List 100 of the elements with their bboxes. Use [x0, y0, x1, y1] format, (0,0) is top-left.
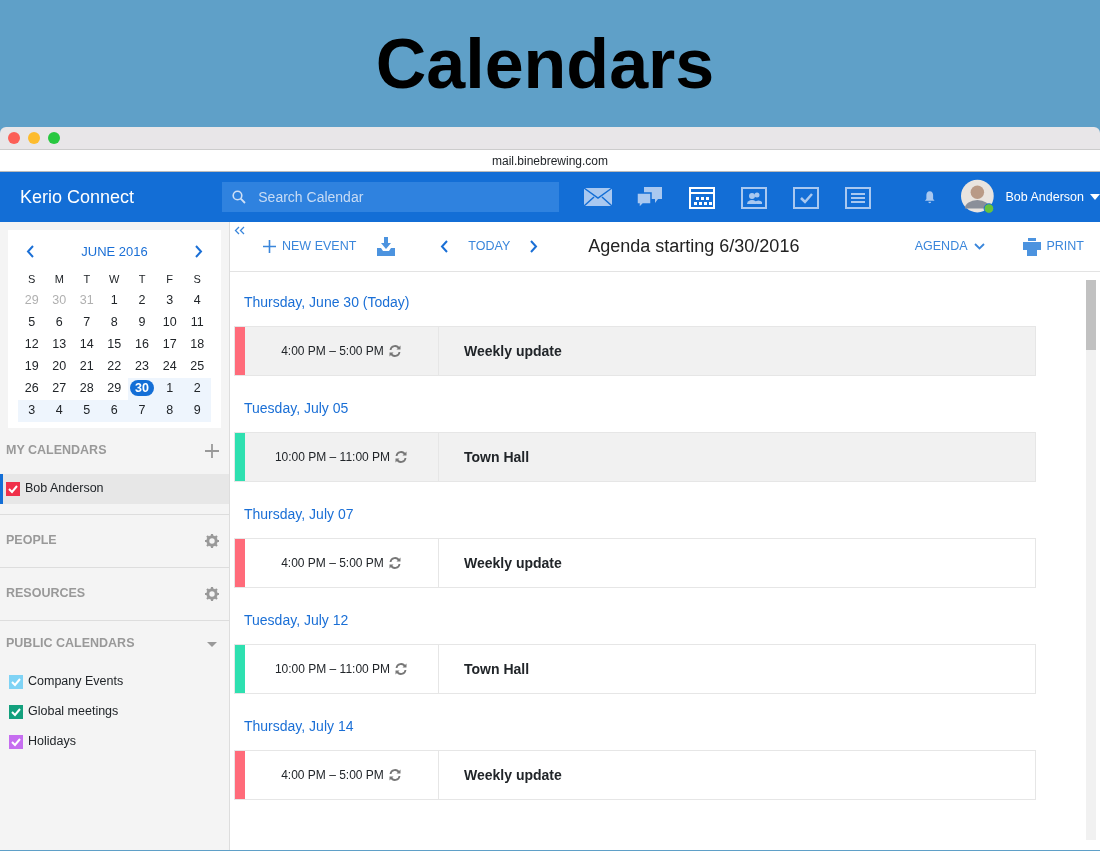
event-row[interactable]: 4:00 PM – 5:00 PM Weekly update — [234, 538, 1036, 588]
chevron-right-icon[interactable] — [530, 240, 539, 253]
scrollbar[interactable] — [1086, 280, 1096, 840]
chevron-left-icon[interactable] — [26, 245, 34, 259]
checkbox[interactable] — [9, 674, 23, 689]
weekday-label: T — [137, 272, 147, 288]
avatar-icon[interactable] — [960, 179, 996, 215]
calendar-day[interactable]: 12 — [18, 333, 46, 356]
event-row[interactable]: 4:00 PM – 5:00 PM Weekly update — [234, 326, 1036, 376]
calendar-icon[interactable] — [687, 184, 718, 210]
calendar-day[interactable]: 27 — [45, 377, 74, 400]
calendar-day[interactable]: 16 — [128, 333, 156, 356]
calendar-day[interactable]: 2 — [183, 377, 211, 400]
checkbox[interactable] — [6, 481, 20, 496]
close-icon[interactable] — [8, 132, 20, 144]
user-menu[interactable]: Bob Anderson — [1005, 187, 1100, 207]
agenda-title: Agenda starting 6/30/2016 — [588, 235, 800, 258]
event-time: 10:00 PM – 11:00 PM — [274, 449, 391, 466]
page-title: Calendars — [375, 23, 715, 105]
section-heading: PEOPLE — [6, 532, 57, 550]
selected-day[interactable]: 30 — [130, 380, 154, 397]
calendar-day[interactable]: 9 — [128, 311, 156, 334]
calendar-day[interactable]: 3 — [155, 289, 184, 312]
calendar-day[interactable]: 15 — [100, 333, 129, 356]
event-time: 4:00 PM – 5:00 PM — [281, 555, 384, 572]
event-time: 4:00 PM – 5:00 PM — [281, 767, 384, 784]
day-heading: Thursday, July 14 — [243, 716, 355, 736]
calendar-day[interactable]: 28 — [73, 377, 101, 400]
section-heading: RESOURCES — [6, 585, 86, 603]
search-field[interactable]: Search Calendar — [222, 182, 560, 212]
calendar-day[interactable]: 13 — [45, 333, 74, 356]
day-heading: Thursday, June 30 (Today) — [243, 292, 411, 312]
calendar-day[interactable]: 23 — [128, 355, 156, 378]
calendar-day[interactable]: 6 — [45, 311, 74, 334]
calendar-day[interactable]: 9 — [183, 399, 211, 422]
view-dropdown[interactable]: AGENDA — [914, 237, 985, 256]
calendar-day[interactable]: 5 — [18, 311, 46, 334]
calendar-day[interactable]: 5 — [73, 399, 101, 422]
day-heading: Thursday, July 07 — [243, 504, 355, 524]
address-text: mail.binebrewing.com — [491, 152, 609, 170]
checkbox-icon[interactable] — [791, 184, 822, 210]
calendar-day[interactable]: 24 — [155, 355, 184, 378]
calendar-day[interactable]: 29 — [100, 377, 129, 400]
weekday-label: M — [53, 272, 65, 288]
new-event-button[interactable]: NEW EVENT — [263, 237, 357, 256]
calendar-item[interactable]: Global meetings — [0, 696, 229, 727]
calendar-day[interactable]: 21 — [73, 355, 101, 378]
calendar-day[interactable]: 20 — [45, 355, 74, 378]
calendar-day[interactable]: 11 — [183, 311, 211, 334]
calendar-day[interactable]: 19 — [18, 355, 46, 378]
event-time: 4:00 PM – 5:00 PM — [281, 343, 384, 360]
download-icon[interactable] — [376, 236, 397, 257]
today-button[interactable]: TODAY — [468, 237, 511, 256]
contacts-icon[interactable] — [739, 184, 770, 210]
plus-icon — [263, 240, 276, 253]
zoom-icon[interactable] — [48, 132, 60, 144]
app-name: Kerio Connect — [20, 186, 135, 207]
print-button[interactable]: PRINT — [1022, 237, 1084, 256]
calendar-item[interactable]: Company Events — [0, 666, 229, 697]
calendar-day[interactable]: 26 — [18, 377, 46, 400]
weekday-label: S — [27, 272, 37, 288]
weekday-label: T — [82, 272, 92, 288]
calendar-day[interactable]: 18 — [183, 333, 211, 356]
calendar-day[interactable]: 1 — [100, 289, 129, 312]
calendar-day[interactable]: 14 — [73, 333, 101, 356]
weekday-label: W — [108, 272, 121, 288]
event-title: Town Hall — [463, 659, 530, 679]
chevron-left-icon[interactable] — [440, 240, 449, 253]
calendar-day[interactable]: 25 — [183, 355, 211, 378]
calendar-day[interactable]: 4 — [45, 399, 74, 422]
calendar-day[interactable]: 1 — [155, 377, 184, 400]
gear-icon[interactable] — [205, 586, 219, 601]
list-icon[interactable] — [843, 184, 874, 210]
gear-icon[interactable] — [205, 533, 219, 548]
event-title: Weekly update — [463, 341, 562, 361]
checkbox[interactable] — [9, 734, 23, 749]
calendar-item[interactable]: Bob Anderson — [0, 473, 229, 504]
calendar-day[interactable]: 7 — [128, 399, 156, 422]
calendar-day[interactable]: 3 — [18, 399, 46, 422]
chevron-right-icon[interactable] — [195, 245, 203, 259]
calendar-day[interactable]: 10 — [155, 311, 184, 334]
calendar-item[interactable]: Holidays — [0, 726, 229, 757]
calendar-day[interactable]: 4 — [183, 289, 211, 312]
section-heading: PUBLIC CALENDARS — [6, 635, 135, 653]
calendar-day[interactable]: 2 — [128, 289, 156, 312]
event-row[interactable]: 4:00 PM – 5:00 PM Weekly update — [234, 750, 1036, 800]
event-row[interactable]: 10:00 PM – 11:00 PM Town Hall — [234, 644, 1036, 694]
calendar-day[interactable]: 22 — [100, 355, 129, 378]
event-time: 10:00 PM – 11:00 PM — [274, 661, 391, 678]
collapse-icon[interactable] — [234, 226, 245, 235]
calendar-day[interactable]: 7 — [73, 311, 101, 334]
calendar-day[interactable]: 6 — [100, 399, 129, 422]
calendar-day[interactable]: 17 — [155, 333, 184, 356]
checkbox[interactable] — [9, 704, 23, 719]
bell-icon[interactable] — [923, 190, 937, 204]
section-heading: MY CALENDARS — [6, 442, 107, 460]
calendar-day[interactable]: 8 — [100, 311, 129, 334]
event-row[interactable]: 10:00 PM – 11:00 PM Town Hall — [234, 432, 1036, 482]
event-title: Weekly update — [463, 765, 562, 785]
plus-icon[interactable] — [205, 443, 219, 458]
